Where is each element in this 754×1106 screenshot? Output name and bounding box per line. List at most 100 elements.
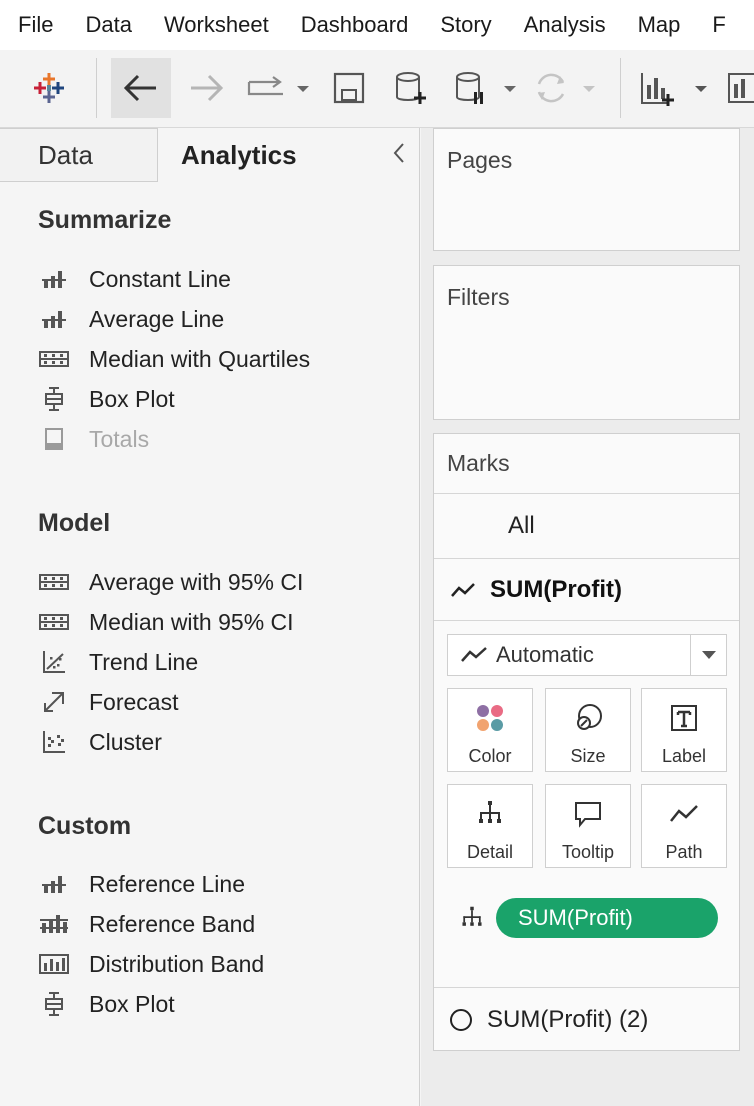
forward-icon[interactable] [176,58,236,118]
totals-icon [36,421,72,457]
toolbar [0,50,754,128]
new-datasource-icon[interactable] [386,58,436,118]
new-dashboard-icon[interactable] [720,58,754,118]
tooltip-button[interactable]: Tooltip [545,784,631,868]
analytics-item-reference-line[interactable]: Reference Line [36,866,396,902]
detail-label: Detail [466,842,514,862]
menu-worksheet[interactable]: Worksheet [148,12,285,38]
marks-measure-label: SUM(Profit) [490,575,622,603]
menu-dashboard[interactable]: Dashboard [285,12,425,38]
menu-file[interactable]: File [0,12,69,38]
path-icon [669,799,699,834]
confidence-interval-icon [36,564,72,600]
path-label: Path [665,842,703,862]
analytics-item-reference-band[interactable]: Reference Band [36,906,396,942]
item-label: Forecast [89,688,179,715]
pages-shelf[interactable]: Pages [433,128,740,251]
tab-data[interactable]: Data [0,128,158,182]
marks-header: Marks [434,434,739,494]
item-label: Average with 95% CI [89,568,304,595]
analytics-item-trend-line[interactable]: Trend Line [36,644,396,680]
analytics-item-constant-line[interactable]: Constant Line [36,261,396,297]
item-label: Trend Line [89,648,199,675]
tooltip-icon [573,799,603,834]
analytics-item-average-line[interactable]: Average Line [36,301,396,337]
detail-button[interactable]: Detail [447,784,533,868]
analytics-item-average-ci[interactable]: Average with 95% CI [36,564,396,600]
tab-analytics[interactable]: Analytics [158,128,420,182]
distribution-band-icon [36,341,72,377]
tooltip-label: Tooltip [561,842,615,862]
marks-tab-sum-profit[interactable]: SUM(Profit) [434,559,739,621]
line-mark-icon [460,645,488,665]
circle-mark-icon [449,1008,473,1032]
item-label: Distribution Band [89,950,265,977]
label-label: Label [661,746,707,766]
analytics-item-box-plot[interactable]: Box Plot [36,381,396,417]
pages-title: Pages [447,147,513,173]
analytics-item-custom-box-plot[interactable]: Box Plot [36,986,396,1022]
marks-all-label: All [508,512,535,539]
redo-icon[interactable] [240,58,316,118]
analytics-item-totals: Totals [36,421,396,457]
box-plot-icon [36,381,72,417]
shelves-pane: Pages Filters Marks All SUM(Profit) Auto… [421,128,754,1106]
reference-line-icon [36,866,72,902]
analytics-item-median-ci[interactable]: Median with 95% CI [36,604,396,640]
pause-updates-icon[interactable] [452,58,522,118]
forecast-icon [36,684,72,720]
side-tabs: Data Analytics [0,128,420,182]
tableau-logo-icon[interactable] [18,58,80,118]
back-icon[interactable] [111,58,171,118]
analytics-pane: Data Analytics Summarize Constant Line A… [0,128,420,1106]
marks-measure-2-label: SUM(Profit) (2) [487,1005,649,1033]
text-label-icon [669,703,699,738]
mark-type-value: Automatic [496,642,594,667]
item-label: Box Plot [89,990,175,1017]
new-worksheet-icon[interactable] [636,58,712,118]
color-label: Color [468,746,512,766]
analytics-item-distribution-band[interactable]: Distribution Band [36,946,396,982]
marks-tab-all[interactable]: All [434,494,739,559]
item-label: Median with 95% CI [89,608,294,635]
item-label: Box Plot [89,385,175,412]
path-button[interactable]: Path [641,784,727,868]
filters-shelf[interactable]: Filters [433,265,740,420]
menu-format[interactable]: F [696,12,741,38]
collapse-pane-icon[interactable] [386,138,412,168]
sum-profit-pill[interactable]: SUM(Profit) [496,898,718,938]
menu-data[interactable]: Data [69,12,147,38]
mark-type-dropdown[interactable]: Automatic [447,634,727,676]
chevron-down-icon[interactable] [690,635,726,675]
item-label: Median with Quartiles [89,345,311,372]
analytics-item-cluster[interactable]: Cluster [36,724,396,760]
label-button[interactable]: Label [641,688,727,772]
item-label: Average Line [89,305,225,332]
filters-title: Filters [447,284,510,310]
analytics-item-forecast[interactable]: Forecast [36,684,396,720]
menu-bar: File Data Worksheet Dashboard Story Anal… [0,0,754,50]
cluster-icon [36,724,72,760]
save-icon[interactable] [326,58,372,118]
reference-band-icon [36,906,72,942]
color-icon [475,703,505,738]
item-label: Reference Band [89,910,256,937]
analytics-item-median-quartiles[interactable]: Median with Quartiles [36,341,396,377]
item-label: Reference Line [89,870,245,897]
menu-story[interactable]: Story [424,12,507,38]
menu-map[interactable]: Map [622,12,697,38]
box-plot-icon [36,986,72,1022]
detail-icon [475,799,505,834]
confidence-interval-icon [36,604,72,640]
section-summarize-title: Summarize [38,206,172,234]
marks-title: Marks [447,450,510,476]
color-button[interactable]: Color [447,688,533,772]
item-label: Constant Line [89,265,231,292]
menu-analysis[interactable]: Analysis [508,12,622,38]
section-custom-title: Custom [38,812,132,840]
marks-tab-sum-profit-2[interactable]: SUM(Profit) (2) [434,987,739,1051]
line-mark-icon [450,580,476,600]
size-button[interactable]: Size [545,688,631,772]
refresh-icon[interactable] [530,58,602,118]
reference-line-icon [36,301,72,337]
